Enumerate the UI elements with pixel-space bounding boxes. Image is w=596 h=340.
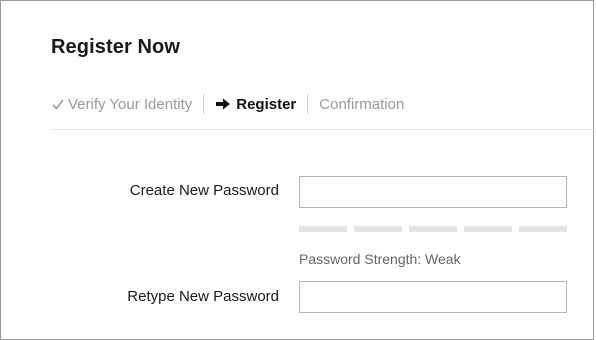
step-verify-identity: Verify Your Identity	[51, 96, 192, 113]
page-title: Register Now	[51, 36, 181, 58]
step-indicator: Verify Your Identity Register Confirmati…	[51, 94, 404, 114]
step-confirmation: Confirmation	[319, 96, 404, 113]
step-divider	[307, 94, 309, 114]
strength-segment	[519, 226, 567, 232]
register-panel: Register Now Verify Your Identity Regist…	[0, 0, 596, 340]
strength-segment	[354, 226, 402, 232]
retype-password-label: Retype New Password	[127, 288, 279, 305]
new-password-label: Create New Password	[129, 182, 279, 199]
new-password-input[interactable]	[299, 176, 567, 208]
strength-segment	[409, 226, 457, 232]
section-divider	[51, 129, 596, 130]
strength-segment	[464, 226, 512, 232]
retype-password-input[interactable]	[299, 281, 567, 313]
step-divider	[203, 94, 205, 114]
step-label: Register	[236, 95, 297, 113]
strength-segment	[299, 226, 347, 232]
arrow-right-icon	[216, 98, 231, 110]
step-label: Confirmation	[319, 95, 405, 113]
check-icon	[52, 99, 64, 110]
step-register: Register	[215, 96, 296, 113]
password-strength-meter	[299, 226, 567, 232]
step-label: Verify Your Identity	[68, 95, 193, 113]
password-strength-text: Password Strength: Weak	[299, 251, 461, 267]
